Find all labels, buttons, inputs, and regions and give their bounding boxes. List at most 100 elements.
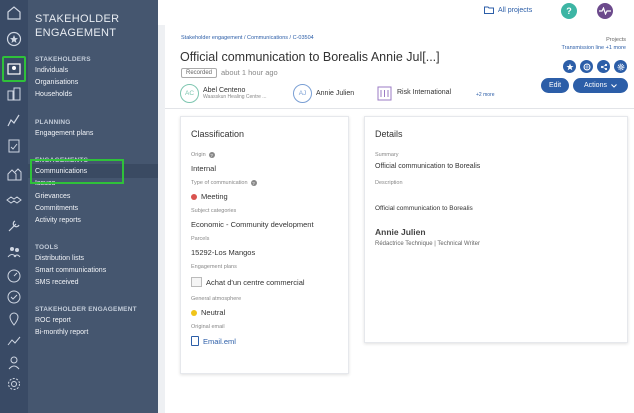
origin-value: Internal [191,164,217,173]
more-participants-link[interactable]: +2 more [476,92,494,98]
summary-value: Official communication to Borealis [375,163,481,170]
star-icon[interactable] [4,29,24,49]
details-card: Details Summary Official communication t… [364,116,628,343]
buildings-icon[interactable] [4,84,24,104]
nav-section-stakeholders: STAKEHOLDERS [35,56,91,63]
participant-name: Abel Centeno [203,87,246,94]
activity-line-icon[interactable] [4,331,24,351]
email-label: Original email [191,324,225,330]
chart-icon[interactable] [4,110,24,130]
people-icon[interactable] [4,242,24,262]
avatar: AC [180,84,199,103]
house-group-icon[interactable] [4,164,24,184]
header-divider [165,108,634,109]
nav-title: STAKEHOLDER ENGAGEMENT [35,13,120,39]
status-dot [191,193,197,200]
description-value: Official communication to Borealis [375,205,473,212]
nav-section-planning: PLANNING [35,119,71,126]
all-projects-label: All projects [498,6,533,14]
description-label: Description [375,180,403,186]
icon-rail [0,0,28,413]
parcels-value: 15292-Los Mangos [191,248,256,257]
nav-item-organisations[interactable]: Organisations [35,79,78,86]
pulse-icon [599,7,611,15]
share-icon [600,63,607,70]
email-attachment-link[interactable]: Email.eml [191,336,236,346]
status-dot [191,309,197,316]
actions-label: Actions [584,82,607,89]
globe-button[interactable] [580,60,593,73]
participant-name: Risk International [397,89,452,96]
origin-label: Origin? [191,152,215,158]
handshake-icon[interactable] [4,190,24,210]
activity-pulse-button[interactable] [597,3,613,19]
nav-item-commitments[interactable]: Commitments [35,205,78,212]
avatar: AJ [293,84,312,103]
nav-item-individuals[interactable]: Individuals [35,67,68,74]
nav-item-smart-communications[interactable]: Smart communications [35,267,106,274]
dashboard-icon[interactable] [4,266,24,286]
nav-active-highlight [30,159,124,184]
all-projects-link[interactable]: All projects [484,6,532,14]
home-icon[interactable] [4,3,24,23]
gear-button[interactable] [614,60,627,73]
nav-item-roc-report[interactable]: ROC report [35,317,71,324]
action-icons [563,60,627,73]
share-button[interactable] [597,60,610,73]
help-icon[interactable]: ? [208,152,215,158]
breadcrumb[interactable]: Stakeholder engagement / Communications … [181,35,314,41]
type-value: Meeting [191,192,228,201]
subject-label: Subject categories [191,208,237,214]
page-title: Official communication to Borealis Annie… [180,50,440,64]
map-pin-icon[interactable] [4,309,24,329]
participant-abel-centeno[interactable]: AC Abel Centeno Waasskun Healing Centre … [180,84,266,103]
card-title: Details [375,129,403,139]
clipboard-icon[interactable] [4,136,24,156]
nav-sidebar: STAKEHOLDER ENGAGEMENT STAKEHOLDERS Indi… [28,0,158,413]
file-icon [191,336,199,346]
organisation-icon [377,86,392,101]
star-button[interactable] [563,60,576,73]
actions-button[interactable]: Actions [573,78,628,93]
plans-label: Engagement plans [191,264,237,270]
participant-organisation: Waasskun Healing Centre ... [203,94,267,100]
user-icon[interactable] [4,353,24,373]
nav-section-tools: TOOLS [35,244,59,251]
collapse-strip [158,25,165,413]
nav-item-grievances[interactable]: Grievances [35,193,70,200]
plan-thumbnail-icon [191,277,202,287]
author-role: Rédactrice Technique | Technical Writer [375,241,480,247]
nav-section-stakeholder-engagement: STAKEHOLDER ENGAGEMENT [35,306,137,313]
tools-icon[interactable] [4,216,24,236]
participant-annie-julien[interactable]: AJ Annie Julien [293,84,354,103]
star-icon [566,63,573,70]
chevron-down-icon [611,83,617,88]
nav-item-bimonthly-report[interactable]: Bi-monthly report [35,329,88,336]
status-badge: Recorded [181,68,218,78]
parcels-label: Parcels [191,236,210,242]
type-label: Type of communication? [191,180,257,186]
participant-risk-international[interactable]: Risk International [376,84,451,101]
nav-item-distribution-lists[interactable]: Distribution lists [35,255,84,262]
participant-name: Annie Julien [316,90,355,97]
author-name: Annie Julien [375,227,426,237]
nav-item-sms-received[interactable]: SMS received [35,279,79,286]
edit-button[interactable]: Edit [541,78,569,93]
check-circle-icon[interactable] [4,287,24,307]
classification-card: Classification Origin? Internal Type of … [180,116,349,374]
projects-value[interactable]: Transmission line +1 more [562,44,626,52]
recorded-time: about 1 hour ago [221,68,278,77]
engagement-plan-item[interactable]: Achat d'un centre commercial [191,277,305,287]
summary-label: Summary [375,152,399,158]
nav-item-engagement-plans[interactable]: Engagement plans [35,130,93,137]
card-title: Classification [191,129,245,139]
nav-item-households[interactable]: Households [35,91,72,98]
settings-icon[interactable] [4,374,24,394]
gear-icon [617,63,624,70]
help-icon[interactable]: ? [250,180,257,186]
globe-icon [583,63,590,70]
atmosphere-value: Neutral [191,308,225,317]
nav-item-activity-reports[interactable]: Activity reports [35,217,81,224]
stakeholder-engagement-icon[interactable] [4,59,24,79]
help-button[interactable]: ? [561,3,577,19]
